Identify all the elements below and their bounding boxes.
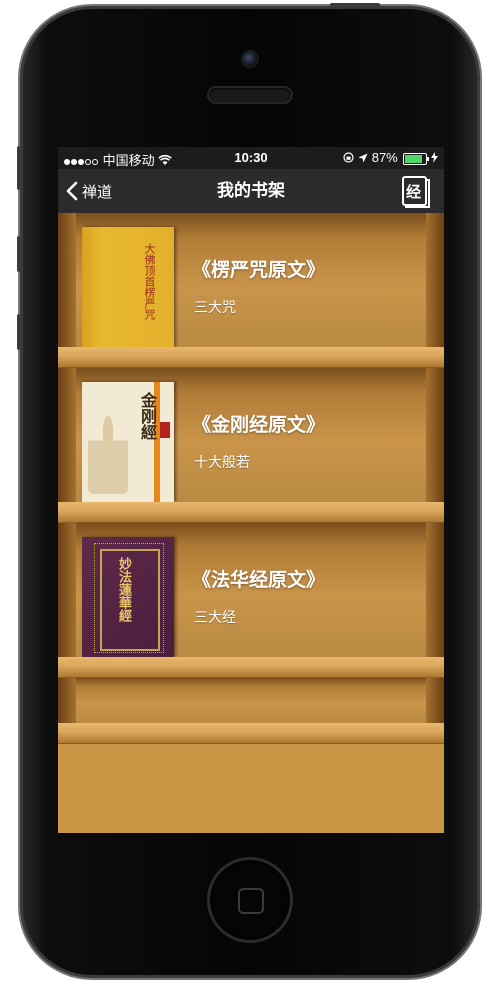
power-button — [330, 3, 380, 8]
shelf-board — [58, 657, 444, 679]
shelf-row: 大佛顶首楞严咒 《楞严咒原文》 三大咒 — [58, 213, 444, 369]
scripture-library-button[interactable]: 经 — [400, 174, 432, 208]
book-category: 三大经 — [194, 610, 236, 626]
shelf-row: 金刚經 《金刚经原文》 十大般若 — [58, 368, 444, 524]
book-cover-lengyan[interactable]: 大佛顶首楞严咒 — [82, 227, 174, 347]
shelf-board — [58, 502, 444, 524]
earpiece-speaker — [209, 88, 291, 102]
shelf-board — [58, 347, 444, 369]
shelf-row-empty — [58, 678, 444, 745]
charging-bolt-icon — [431, 152, 438, 163]
front-camera — [243, 52, 257, 66]
red-seal — [160, 422, 170, 438]
book-title[interactable]: 《楞严咒原文》 — [192, 255, 325, 282]
book-category: 十大般若 — [194, 455, 250, 471]
mute-switch — [17, 146, 21, 190]
navigation-bar: 禅道 我的书架 经 — [58, 169, 444, 213]
volume-up-button — [17, 236, 21, 272]
orientation-lock-icon — [343, 152, 355, 163]
book-title[interactable]: 《法华经原文》 — [192, 565, 325, 592]
status-right: 87% — [343, 150, 438, 165]
battery-icon — [403, 152, 430, 165]
cover-text: 金刚經 — [138, 392, 157, 440]
shelf-board — [58, 723, 444, 745]
scripture-icon-label: 经 — [406, 183, 422, 201]
status-bar: 中国移动 10:30 87% — [58, 147, 444, 169]
book-cover-fahua[interactable]: 妙法蓮華經 — [82, 537, 174, 657]
cover-text: 大佛顶首楞严咒 — [143, 243, 156, 320]
home-button[interactable] — [210, 860, 290, 940]
page-title: 我的书架 — [217, 181, 285, 201]
book-category: 三大咒 — [194, 300, 236, 316]
bookshelf: 大佛顶首楞严咒 《楞严咒原文》 三大咒 金刚經 《金刚经原文》 十大般若 妙法蓮… — [58, 213, 444, 833]
book-cover-jingang[interactable]: 金刚經 — [82, 382, 174, 502]
volume-down-button — [17, 314, 21, 350]
battery-percent: 87% — [371, 150, 398, 165]
cover-text: 妙法蓮華經 — [116, 557, 131, 622]
shelf-row: 妙法蓮華經 《法华经原文》 三大经 — [58, 523, 444, 679]
book-title[interactable]: 《金刚经原文》 — [192, 410, 325, 437]
app-screen: 中国移动 10:30 87% 禅道 我的书架 经 大佛顶首楞严咒 《楞严咒原文》… — [58, 147, 444, 833]
buddha-figure-illustration — [88, 408, 128, 494]
location-arrow-icon — [358, 153, 368, 163]
shelf-bottom — [58, 744, 444, 833]
